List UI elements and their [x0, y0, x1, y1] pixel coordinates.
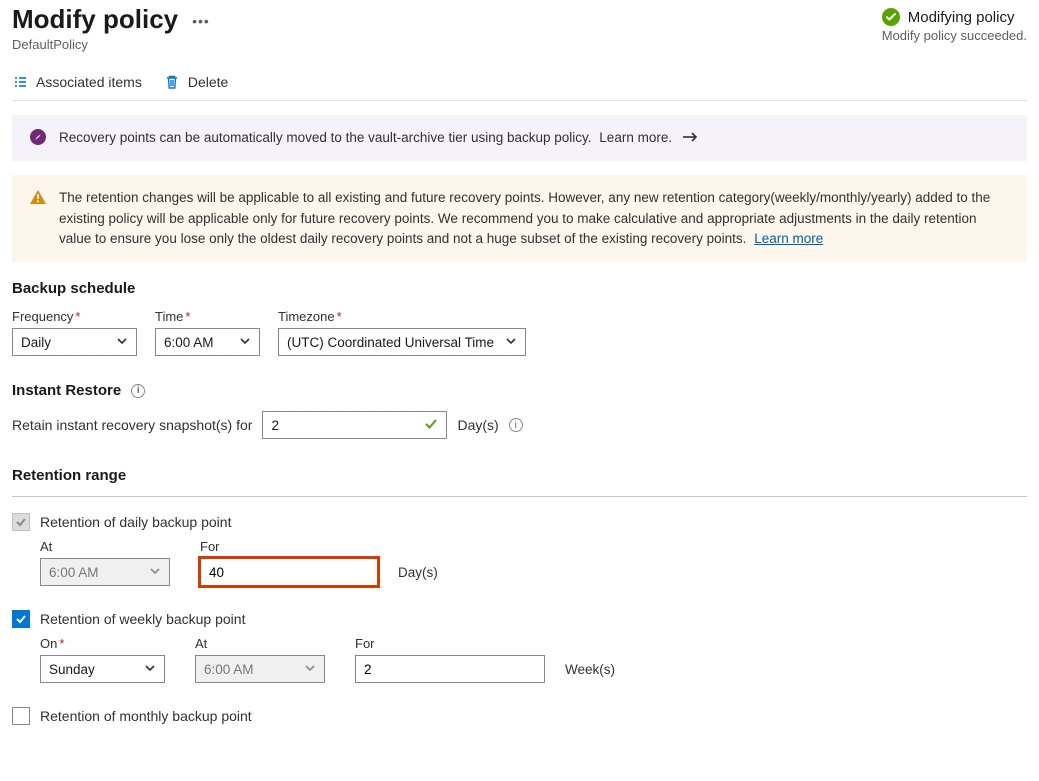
checkmark-icon	[424, 417, 438, 434]
chevron-down-icon	[116, 335, 128, 350]
divider	[12, 496, 1027, 497]
time-label: Time*	[155, 309, 260, 324]
time-select[interactable]: 6:00 AM	[155, 328, 260, 356]
daily-retention-label: Retention of daily backup point	[40, 514, 231, 530]
status-title: Modifying policy	[908, 9, 1015, 26]
daily-unit: Day(s)	[398, 565, 438, 580]
archive-tier-notice: Recovery points can be automatically mov…	[12, 115, 1027, 161]
daily-at-select: 6:00 AM	[40, 558, 170, 586]
status-subtitle: Modify policy succeeded.	[882, 28, 1027, 43]
arrow-right-icon[interactable]	[682, 130, 698, 145]
chevron-down-icon	[505, 335, 517, 350]
daily-for-label: For	[200, 539, 438, 554]
chevron-down-icon	[304, 662, 316, 677]
instant-restore-value: 2	[271, 418, 279, 433]
chevron-down-icon	[144, 662, 156, 677]
daily-retention-checkbox	[12, 513, 30, 531]
daily-for-input[interactable]	[200, 558, 378, 586]
more-menu-icon[interactable]: •••	[192, 13, 210, 29]
timezone-value: (UTC) Coordinated Universal Time	[287, 335, 494, 350]
check-circle-icon	[882, 8, 900, 26]
weekly-on-value: Sunday	[49, 662, 95, 677]
timezone-label: Timezone*	[278, 309, 526, 324]
page-subtitle: DefaultPolicy	[12, 37, 210, 52]
retention-change-notice: The retention changes will be applicable…	[12, 175, 1027, 262]
daily-for-value[interactable]	[209, 559, 386, 585]
trash-icon	[164, 74, 180, 90]
frequency-value: Daily	[21, 335, 51, 350]
retention-notice-text: The retention changes will be applicable…	[59, 190, 990, 246]
info-icon[interactable]: i	[131, 384, 145, 398]
backup-schedule-title: Backup schedule	[12, 280, 1027, 297]
weekly-retention-checkbox[interactable]	[12, 610, 30, 628]
page-title: Modify policy	[12, 4, 178, 35]
weekly-on-select[interactable]: Sunday	[40, 655, 165, 683]
retention-range-title: Retention range	[12, 467, 1027, 484]
weekly-for-label: For	[355, 636, 615, 651]
list-icon	[12, 74, 28, 90]
weekly-at-label: At	[195, 636, 325, 651]
delete-button[interactable]: Delete	[164, 74, 228, 90]
weekly-retention-label: Retention of weekly backup point	[40, 611, 245, 627]
retention-learn-more-link[interactable]: Learn more	[754, 231, 823, 246]
daily-at-value: 6:00 AM	[49, 565, 99, 580]
time-value: 6:00 AM	[164, 335, 214, 350]
compass-icon	[29, 128, 47, 146]
info-icon[interactable]: i	[509, 418, 523, 432]
associated-items-label: Associated items	[36, 74, 142, 90]
weekly-for-input[interactable]	[355, 655, 545, 683]
archive-notice-text: Recovery points can be automatically mov…	[59, 130, 592, 145]
delete-label: Delete	[188, 74, 228, 90]
weekly-on-label: On*	[40, 636, 165, 651]
command-bar: Associated items Delete	[12, 62, 1027, 101]
frequency-label: Frequency*	[12, 309, 137, 324]
timezone-select[interactable]: (UTC) Coordinated Universal Time	[278, 328, 526, 356]
weekly-unit: Week(s)	[565, 662, 615, 677]
daily-at-label: At	[40, 539, 170, 554]
monthly-retention-checkbox[interactable]	[12, 707, 30, 725]
chevron-down-icon	[239, 335, 251, 350]
instant-restore-select[interactable]: 2	[262, 411, 447, 439]
weekly-for-value[interactable]	[364, 656, 541, 682]
frequency-select[interactable]: Daily	[12, 328, 137, 356]
weekly-at-select: 6:00 AM	[195, 655, 325, 683]
chevron-down-icon	[149, 565, 161, 580]
weekly-at-value: 6:00 AM	[204, 662, 254, 677]
archive-learn-more[interactable]: Learn more.	[599, 130, 672, 145]
instant-restore-label: Retain instant recovery snapshot(s) for	[12, 417, 252, 433]
warning-icon	[29, 188, 47, 206]
associated-items-button[interactable]: Associated items	[12, 74, 142, 90]
instant-restore-title: Instant Restore	[12, 382, 121, 399]
instant-restore-unit: Day(s)	[457, 417, 498, 433]
monthly-retention-label: Retention of monthly backup point	[40, 708, 252, 724]
